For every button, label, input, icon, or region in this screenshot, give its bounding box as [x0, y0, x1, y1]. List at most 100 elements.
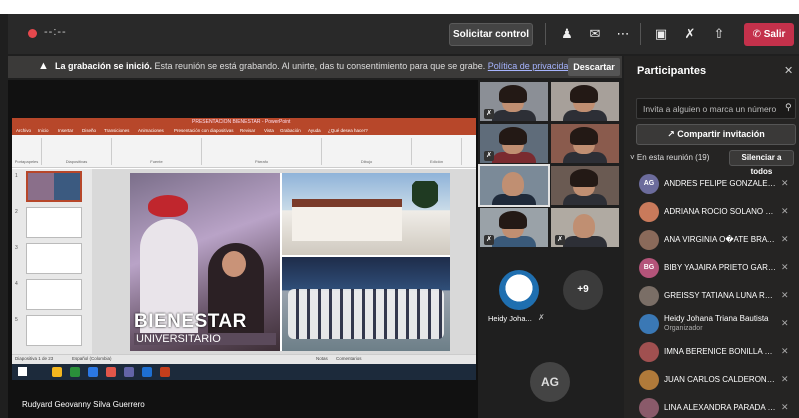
privacy-policy-link[interactable]: Política de privacidad [488, 61, 574, 71]
participant-name: ADRIANA ROCIO SOLANO P... [664, 207, 776, 216]
participant-row[interactable]: JUAN CARLOS CALDERON VE... ✕ [624, 366, 799, 394]
participant-role: Organizador [664, 325, 703, 332]
avatar [639, 398, 659, 418]
thumb-number: 2 [15, 209, 18, 215]
mic-off-icon: ✕ [781, 234, 789, 244]
windows-start-icon [18, 367, 27, 376]
invite-search-input[interactable] [643, 102, 778, 116]
person-hair [499, 127, 527, 145]
mic-off-icon: ✗ [538, 313, 545, 322]
request-control-button[interactable]: Solicitar control [449, 23, 533, 46]
ribbon-group-label: Edición [429, 159, 444, 164]
thumb-number: 5 [15, 317, 18, 323]
video-tile[interactable] [551, 124, 619, 163]
ribbon-group: Diapositivas [42, 138, 112, 165]
participants-icon[interactable]: ♟ [556, 22, 578, 46]
participant-row[interactable]: ADRIANA ROCIO SOLANO P... ✕ [624, 198, 799, 226]
group-photo [282, 257, 450, 351]
recording-indicator-icon [28, 29, 37, 38]
participant-row[interactable]: GREISSY TATIANA LUNA ROD... ✕ [624, 282, 799, 310]
leave-button[interactable]: ✆ Salir [744, 23, 794, 46]
share-invite-button[interactable]: ↗ Compartir invitación [636, 124, 796, 145]
meeting-timer: --:-- [44, 26, 67, 38]
campus-building-photo [282, 173, 450, 255]
mic-off-icon: ✕ [781, 290, 789, 300]
video-tile[interactable]: ✗ [480, 82, 548, 121]
mic-off-icon: ✕ [781, 262, 789, 272]
self-avatar: AG [530, 362, 570, 402]
warning-icon: ▲ [38, 60, 49, 72]
share-icon[interactable]: ⇧ [708, 22, 730, 46]
ribbon-group-label: Dibujo [360, 159, 373, 164]
ribbon-group: Portapapeles [12, 138, 42, 165]
video-tile[interactable] [551, 82, 619, 121]
participant-row[interactable]: ANA VIRGINIA O�ATE BRAVO ✕ [624, 226, 799, 254]
participants-panel: Participantes ✕ ⚲ ↗ Compartir invitación… [624, 56, 799, 418]
section-label[interactable]: ˅ En esta reunión (19) [630, 153, 709, 162]
person-head [573, 214, 595, 238]
mute-all-button[interactable]: Silenciar a todos [729, 150, 794, 176]
slide-thumbnail[interactable] [26, 171, 82, 202]
mic-off-icon: ✕ [781, 178, 789, 188]
mic-off-icon: ✕ [781, 206, 789, 216]
teams-meeting-window: --:-- Solicitar control ♟ ✉ ⋯ ▣ ✗ ⇧ ✆ Sa… [0, 0, 799, 418]
mic-off-icon: ✗ [484, 151, 494, 161]
participant-row[interactable]: LINA ALEXANDRA PARADA M... ✕ [624, 394, 799, 418]
participant-name: Heidy Joha... [488, 314, 532, 323]
mic-off-icon: ✕ [781, 318, 789, 328]
search-icon[interactable]: ⚲ [785, 102, 792, 113]
more-icon[interactable]: ⋯ [612, 22, 634, 46]
participant-row[interactable]: BG BIBY YAJAIRA PRIETO GARCIA ✕ [624, 254, 799, 282]
windows-taskbar [12, 364, 476, 380]
video-tile[interactable]: ✗ [551, 208, 619, 247]
explorer-icon [52, 367, 62, 377]
person-hair [570, 85, 598, 103]
participant-name: ANA VIRGINIA O�ATE BRAVO [664, 235, 776, 244]
ppt-status-bar: Diapositiva 1 de 23 Español (Colombia) N… [12, 354, 476, 364]
ppt-tab: Ayuda [308, 128, 321, 133]
comments-button: Comentarios [336, 356, 362, 361]
dismiss-button[interactable]: Descartar [568, 58, 620, 76]
participant-row[interactable]: Heidy Johana Triana Bautista Organizador ✕ [624, 310, 799, 338]
more-participants-button[interactable]: +9 [563, 270, 603, 310]
avatar [639, 342, 659, 362]
participant-name: JUAN CARLOS CALDERON VE... [664, 375, 776, 384]
banner-message: La grabación se inició. Esta reunión se … [55, 61, 573, 71]
participant-name: IMNA BERENICE BONILLA HE... [664, 347, 776, 356]
slide-title: BIENESTAR [134, 311, 247, 332]
participant-logo-avatar[interactable] [499, 270, 539, 310]
app-icon [106, 367, 116, 377]
camera-off-icon[interactable]: ▣ [650, 22, 672, 46]
slide-thumbnail[interactable] [26, 279, 82, 310]
slide-thumbnail[interactable] [26, 315, 82, 346]
banner-bold-text: La grabación se inició. [55, 61, 153, 71]
mic-off-icon: ✗ [484, 109, 494, 119]
ppt-tab: ¿Qué desea hacer? [328, 128, 368, 133]
ppt-tab: Revisar [240, 128, 256, 133]
slide-thumbnail-pane: 1 2 3 4 5 [12, 169, 92, 354]
shared-screen: PRESENTACION BIENESTAR - PowerPoint Arch… [8, 80, 478, 418]
participant-row[interactable]: AG ANDRES FELIPE GONZALEZ G... ✕ [624, 170, 799, 198]
slide-thumbnail[interactable] [26, 207, 82, 238]
banner-body-text: Esta reunión se está grabando. Al unirte… [154, 61, 486, 71]
slide-thumbnail[interactable] [26, 243, 82, 274]
mic-off-icon[interactable]: ✗ [679, 22, 701, 46]
thumb-number: 3 [15, 245, 18, 251]
participant-name: ANDRES FELIPE GONZALEZ G... [664, 179, 776, 188]
close-icon[interactable]: ✕ [784, 64, 793, 77]
participant-name: Heidy Johana Triana Bautista [664, 314, 769, 323]
teams-icon [124, 367, 134, 377]
panel-title: Participantes [637, 65, 707, 77]
video-tile[interactable]: ✗ [480, 124, 548, 163]
participant-row[interactable]: IMNA BERENICE BONILLA HE... ✕ [624, 338, 799, 366]
leave-label: Salir [763, 29, 786, 40]
avatar [639, 230, 659, 250]
chat-icon[interactable]: ✉ [584, 22, 606, 46]
video-tile[interactable]: ✗ [480, 208, 548, 247]
word-icon [142, 367, 152, 377]
phone-icon: ✆ [752, 29, 761, 40]
ppt-tab: Animaciones [138, 128, 164, 133]
avatar: AG [639, 174, 659, 194]
video-tile[interactable] [551, 166, 619, 205]
video-tile-active-speaker[interactable] [478, 164, 550, 207]
